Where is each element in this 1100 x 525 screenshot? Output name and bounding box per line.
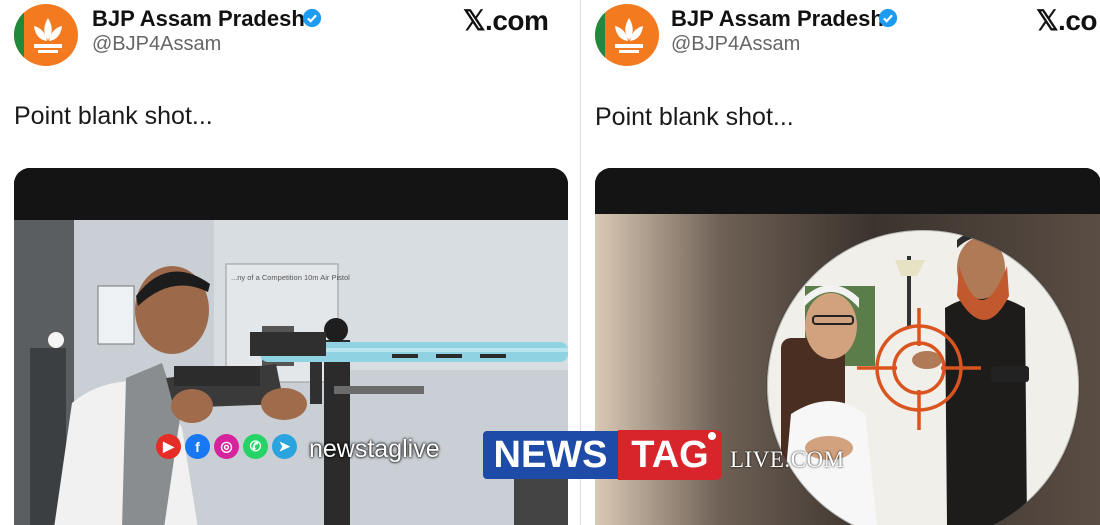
telegram-icon[interactable]: ➤ xyxy=(272,434,297,459)
youtube-icon[interactable]: ▶ xyxy=(156,434,181,459)
post-text: Point blank shot... xyxy=(14,102,213,130)
verified-badge-icon xyxy=(878,8,898,28)
wall-sign: ...ny of a Competition 10m Air Pistol xyxy=(231,273,350,282)
facebook-icon[interactable]: f xyxy=(185,434,210,459)
account-avatar[interactable] xyxy=(595,4,659,66)
social-icons-row: ▶ f ◎ ✆ ➤ xyxy=(156,434,297,459)
account-handle[interactable]: @BJP4Assam xyxy=(92,33,221,56)
account-handle[interactable]: @BJP4Assam xyxy=(671,33,800,56)
whatsapp-icon[interactable]: ✆ xyxy=(243,434,268,459)
newstag-logo-suffix: LIVE.COM xyxy=(730,447,845,472)
lotus-logo-icon xyxy=(34,18,62,53)
account-name[interactable]: BJP Assam Pradesh xyxy=(671,6,884,32)
post-text: Point blank shot... xyxy=(595,103,794,131)
verified-badge-icon xyxy=(302,8,322,28)
newstag-logo-news: NEWS xyxy=(483,431,618,479)
instagram-icon[interactable]: ◎ xyxy=(214,434,239,459)
account-name[interactable]: BJP Assam Pradesh xyxy=(92,6,305,32)
site-label: 𝕏.co xyxy=(1036,5,1098,36)
site-label: 𝕏.com xyxy=(463,5,549,36)
account-avatar[interactable] xyxy=(14,4,78,66)
lotus-logo-icon xyxy=(615,18,643,53)
newstag-logo-tag: TAG xyxy=(618,430,722,480)
social-handle-label: newstaglive xyxy=(309,435,440,463)
logo-dot-icon xyxy=(708,432,716,440)
